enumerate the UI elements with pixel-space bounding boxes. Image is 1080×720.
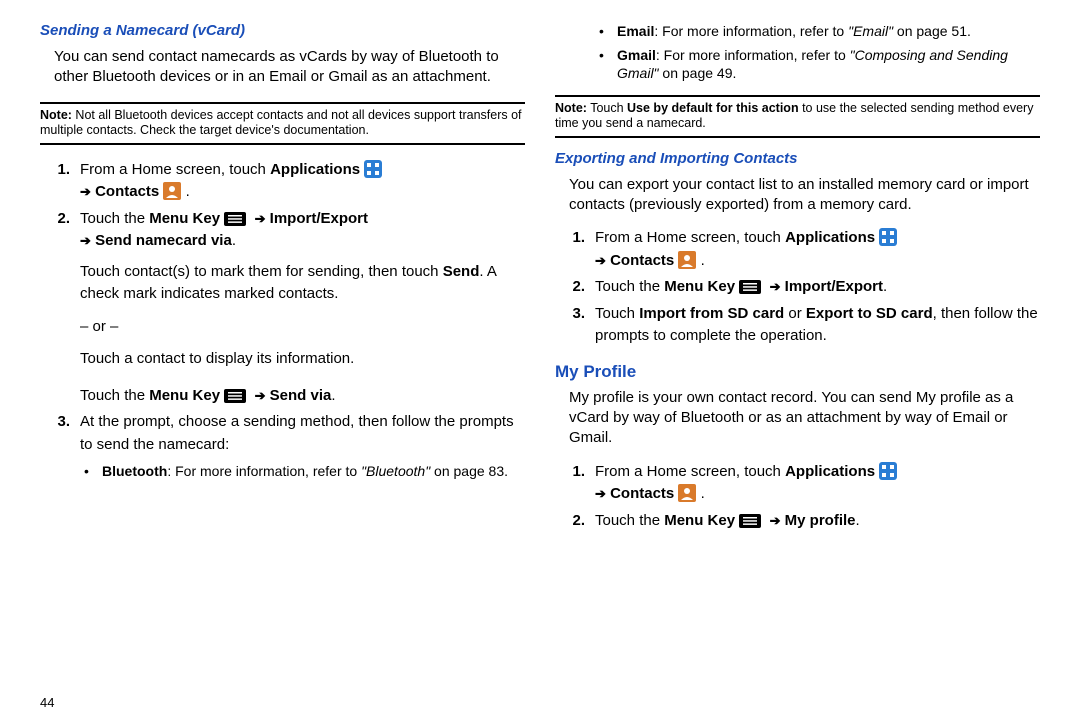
bullet-bluetooth: • Bluetooth: For more information, refer… <box>80 462 525 480</box>
arrow-icon <box>595 252 606 269</box>
contacts-icon <box>678 251 696 269</box>
profile-intro: My profile is your own contact record. Y… <box>569 388 1040 449</box>
step-number: 2. <box>555 276 595 299</box>
send-method-list: • Bluetooth: For more information, refer… <box>80 462 525 480</box>
arrow-icon <box>770 512 781 529</box>
step-body: From a Home screen, touch Applications C… <box>595 227 1040 272</box>
contacts-icon <box>163 182 181 200</box>
bullet-email: • Email: For more information, refer to … <box>595 22 1040 40</box>
note-default-action: Note: Touch Use by default for this acti… <box>555 95 1040 138</box>
menu-key-icon <box>224 211 246 225</box>
step-body: From a Home screen, touch Applications C… <box>595 461 1040 506</box>
step-number: 2. <box>555 510 595 533</box>
steps-send-namecard: 1. From a Home screen, touch Application… <box>40 155 525 491</box>
step-2: 2. Touch the Menu Key Import/Export. <box>555 276 1040 299</box>
or-divider: – or – <box>80 318 118 335</box>
steps-export: 1. From a Home screen, touch Application… <box>555 223 1040 352</box>
step-2: 2. Touch the Menu Key Import/Export Send… <box>40 208 525 408</box>
applications-icon <box>364 160 382 178</box>
step-body: Touch the Menu Key My profile. <box>595 510 1040 533</box>
right-column: • Email: For more information, refer to … <box>555 20 1040 710</box>
menu-key-icon <box>224 388 246 402</box>
step-number: 1. <box>40 159 80 204</box>
arrow-icon <box>595 485 606 502</box>
note-label: Note: <box>555 101 587 115</box>
bullet-icon: • <box>595 22 617 40</box>
arrow-icon <box>80 183 91 200</box>
menu-key-icon <box>739 279 761 293</box>
contacts-icon <box>678 484 696 502</box>
step-3: 3. At the prompt, choose a sending metho… <box>40 411 525 486</box>
arrow-icon <box>255 387 266 404</box>
bullet-gmail: • Gmail: For more information, refer to … <box>595 46 1040 82</box>
bullet-icon: • <box>80 462 102 480</box>
note-bluetooth-limits: Note: Not all Bluetooth devices accept c… <box>40 102 525 145</box>
menu-key-icon <box>739 513 761 527</box>
heading-export-import: Exporting and Importing Contacts <box>555 150 1040 167</box>
step-number: 2. <box>40 208 80 408</box>
note-body: Not all Bluetooth devices accept contact… <box>40 108 522 138</box>
step-3: 3. Touch Import from SD card or Export t… <box>555 303 1040 348</box>
step-body: Touch the Menu Key Import/Export Send na… <box>80 208 525 408</box>
step-number: 3. <box>555 303 595 348</box>
step-body: Touch the Menu Key Import/Export. <box>595 276 1040 299</box>
arrow-icon <box>80 232 91 249</box>
applications-icon <box>879 228 897 246</box>
step-number: 1. <box>555 461 595 506</box>
note-label: Note: <box>40 108 72 122</box>
step-1: 1. From a Home screen, touch Application… <box>555 227 1040 272</box>
heading-my-profile: My Profile <box>555 362 1040 382</box>
arrow-icon <box>255 210 266 227</box>
step-body: From a Home screen, touch Applications C… <box>80 159 525 204</box>
step-1: 1. From a Home screen, touch Application… <box>555 461 1040 506</box>
step-body: At the prompt, choose a sending method, … <box>80 411 525 486</box>
step-2: 2. Touch the Menu Key My profile. <box>555 510 1040 533</box>
send-method-list-cont: • Email: For more information, refer to … <box>595 20 1040 89</box>
steps-profile: 1. From a Home screen, touch Application… <box>555 457 1040 537</box>
applications-icon <box>879 462 897 480</box>
step-1: 1. From a Home screen, touch Application… <box>40 159 525 204</box>
export-intro: You can export your contact list to an i… <box>569 175 1040 216</box>
bullet-icon: • <box>595 46 617 82</box>
step-number: 3. <box>40 411 80 486</box>
left-column: Sending a Namecard (vCard) You can send … <box>40 20 525 710</box>
manual-page: Sending a Namecard (vCard) You can send … <box>0 0 1080 720</box>
step-body: Touch Import from SD card or Export to S… <box>595 303 1040 348</box>
intro-paragraph: You can send contact namecards as vCards… <box>54 47 525 88</box>
arrow-icon <box>770 278 781 295</box>
page-number: 44 <box>40 685 525 710</box>
step-number: 1. <box>555 227 595 272</box>
heading-send-namecard: Sending a Namecard (vCard) <box>40 22 525 39</box>
